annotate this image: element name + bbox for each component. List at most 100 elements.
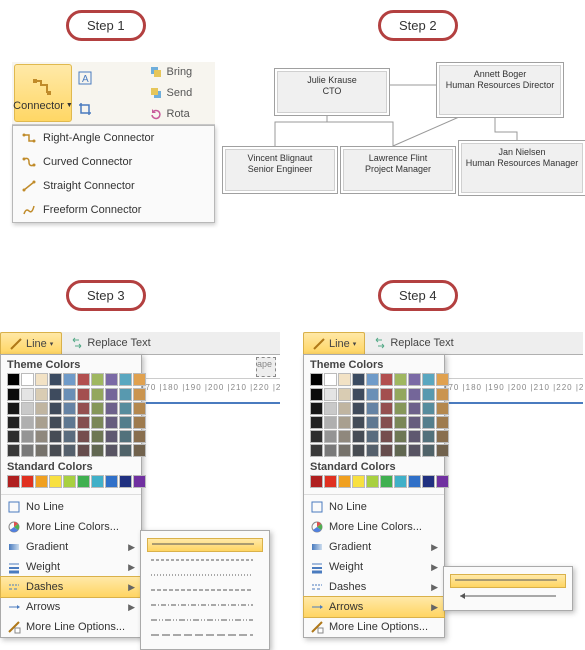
color-swatch[interactable] (324, 444, 337, 457)
color-swatch[interactable] (380, 388, 393, 401)
color-swatch[interactable] (366, 430, 379, 443)
dash-option[interactable] (147, 570, 263, 582)
color-swatch[interactable] (380, 475, 393, 488)
menu-noline[interactable]: No Line (1, 497, 141, 517)
connector-option[interactable]: Freeform Connector (13, 198, 214, 222)
color-swatch[interactable] (394, 388, 407, 401)
color-swatch[interactable] (133, 388, 146, 401)
crop-tool[interactable] (78, 102, 141, 116)
dash-option[interactable] (147, 600, 263, 612)
color-swatch[interactable] (394, 444, 407, 457)
color-swatch[interactable] (408, 475, 421, 488)
color-swatch[interactable] (352, 430, 365, 443)
connector-option[interactable]: Right-Angle Connector (13, 126, 214, 150)
color-swatch[interactable] (105, 444, 118, 457)
color-swatch[interactable] (338, 430, 351, 443)
menu-dashes[interactable]: Dashes▶ (0, 576, 142, 598)
color-swatch[interactable] (21, 416, 34, 429)
color-swatch[interactable] (119, 416, 132, 429)
color-swatch[interactable] (49, 402, 62, 415)
color-swatch[interactable] (422, 416, 435, 429)
color-swatch[interactable] (63, 373, 76, 386)
menu-gradient[interactable]: Gradient▶ (304, 537, 444, 557)
color-swatch[interactable] (91, 444, 104, 457)
color-swatch[interactable] (35, 430, 48, 443)
org-node[interactable]: Jan NielsenHuman Resources Manager (458, 140, 585, 196)
connector-option[interactable]: Curved Connector (13, 150, 214, 174)
text-tool[interactable]: A (78, 71, 141, 85)
color-swatch[interactable] (366, 475, 379, 488)
color-swatch[interactable] (436, 402, 449, 415)
dash-option[interactable] (147, 538, 263, 552)
dash-option[interactable] (147, 630, 263, 642)
color-swatch[interactable] (422, 373, 435, 386)
color-swatch[interactable] (352, 373, 365, 386)
color-swatch[interactable] (436, 444, 449, 457)
color-swatch[interactable] (91, 388, 104, 401)
menu-moreline[interactable]: More Line Options... (304, 617, 444, 637)
color-swatch[interactable] (338, 444, 351, 457)
color-swatch[interactable] (35, 475, 48, 488)
bring-forward[interactable]: Bring (149, 65, 212, 79)
color-swatch[interactable] (394, 373, 407, 386)
color-swatch[interactable] (7, 416, 20, 429)
color-swatch[interactable] (352, 444, 365, 457)
color-swatch[interactable] (105, 430, 118, 443)
menu-gradient[interactable]: Gradient▶ (1, 537, 141, 557)
color-swatch[interactable] (324, 388, 337, 401)
color-swatch[interactable] (105, 402, 118, 415)
color-swatch[interactable] (77, 388, 90, 401)
color-swatch[interactable] (35, 402, 48, 415)
color-swatch[interactable] (105, 373, 118, 386)
color-swatch[interactable] (21, 402, 34, 415)
color-swatch[interactable] (408, 416, 421, 429)
dash-option[interactable] (147, 585, 263, 597)
color-swatch[interactable] (352, 402, 365, 415)
color-swatch[interactable] (133, 373, 146, 386)
color-swatch[interactable] (7, 373, 20, 386)
color-swatch[interactable] (422, 430, 435, 443)
color-swatch[interactable] (133, 475, 146, 488)
menu-morecolors[interactable]: More Line Colors... (304, 517, 444, 537)
color-swatch[interactable] (63, 430, 76, 443)
color-swatch[interactable] (91, 373, 104, 386)
color-swatch[interactable] (436, 388, 449, 401)
color-swatch[interactable] (422, 388, 435, 401)
color-swatch[interactable] (380, 416, 393, 429)
color-swatch[interactable] (133, 402, 146, 415)
color-swatch[interactable] (338, 373, 351, 386)
menu-weight[interactable]: Weight▶ (304, 557, 444, 577)
color-swatch[interactable] (352, 475, 365, 488)
color-swatch[interactable] (380, 430, 393, 443)
color-swatch[interactable] (49, 444, 62, 457)
menu-dashes[interactable]: Dashes▶ (304, 577, 444, 597)
color-swatch[interactable] (310, 475, 323, 488)
color-swatch[interactable] (7, 388, 20, 401)
color-swatch[interactable] (7, 475, 20, 488)
color-swatch[interactable] (91, 430, 104, 443)
menu-morecolors[interactable]: More Line Colors... (1, 517, 141, 537)
color-swatch[interactable] (338, 416, 351, 429)
color-swatch[interactable] (366, 444, 379, 457)
color-swatch[interactable] (7, 430, 20, 443)
color-swatch[interactable] (105, 416, 118, 429)
menu-noline[interactable]: No Line (304, 497, 444, 517)
color-swatch[interactable] (21, 430, 34, 443)
color-swatch[interactable] (408, 373, 421, 386)
color-swatch[interactable] (35, 373, 48, 386)
color-swatch[interactable] (63, 475, 76, 488)
color-swatch[interactable] (119, 373, 132, 386)
color-swatch[interactable] (21, 373, 34, 386)
color-swatch[interactable] (63, 402, 76, 415)
color-swatch[interactable] (49, 373, 62, 386)
color-swatch[interactable] (133, 444, 146, 457)
menu-arrows[interactable]: Arrows▶ (303, 596, 445, 618)
color-swatch[interactable] (408, 402, 421, 415)
color-swatch[interactable] (436, 373, 449, 386)
color-swatch[interactable] (352, 388, 365, 401)
color-swatch[interactable] (77, 444, 90, 457)
org-node[interactable]: Annett BogerHuman Resources Director (436, 62, 564, 118)
arrows-submenu[interactable] (443, 566, 573, 611)
color-swatch[interactable] (394, 416, 407, 429)
color-swatch[interactable] (324, 373, 337, 386)
